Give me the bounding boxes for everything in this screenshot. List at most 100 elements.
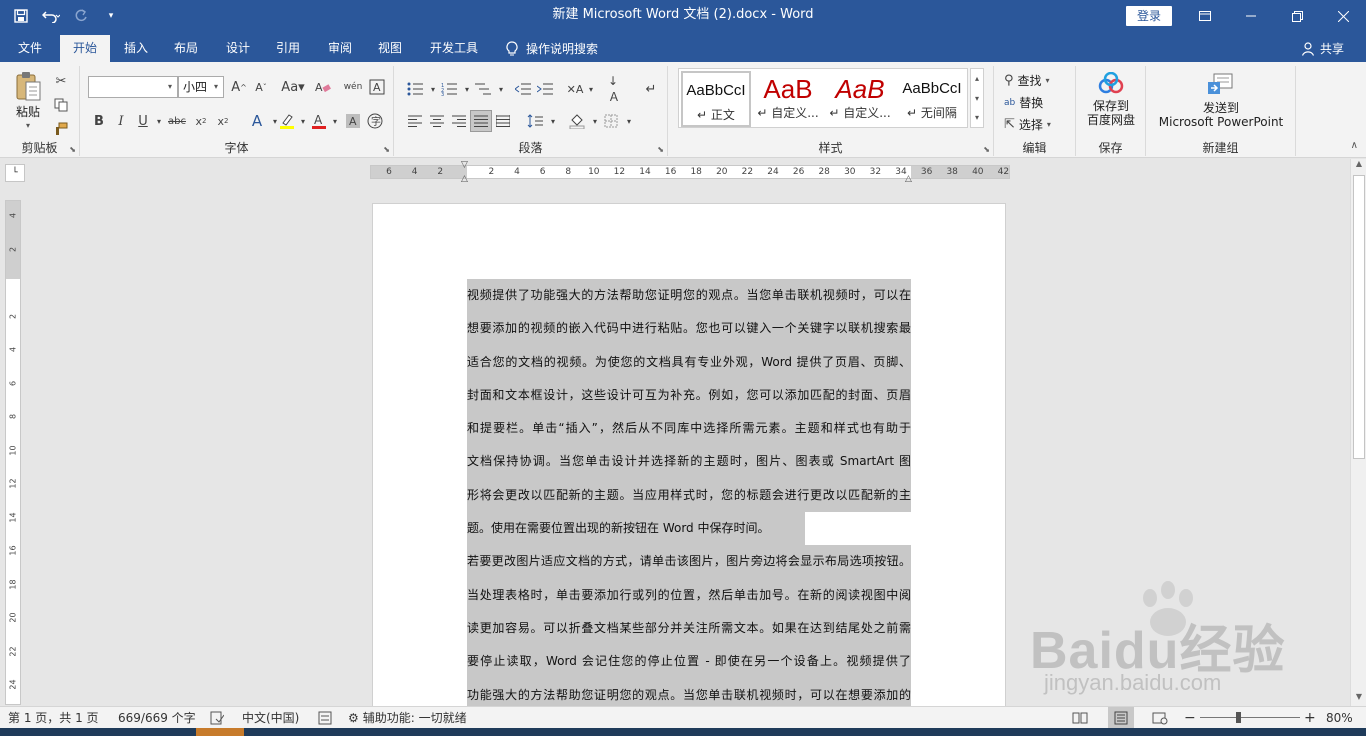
zoom-slider-thumb[interactable] [1236,712,1241,723]
tab-references[interactable]: 引用 [266,35,310,62]
style-custom-1[interactable]: AaB ↵ 自定义... [753,71,823,127]
font-name-dropdown-icon[interactable]: ▾ [163,77,177,97]
scroll-thumb[interactable] [1353,175,1365,459]
save-to-baidu-button[interactable]: 保存到 百度网盘 [1078,71,1144,127]
document-line[interactable]: 当处理表格时，单击要添加行或列的位置，然后单击加号。在新的阅读视图中阅 [467,578,911,612]
tab-view[interactable]: 视图 [368,35,412,62]
document-line[interactable]: 和提要栏。单击“插入”，然后从不同库中选择所需元素。主题和样式也有助于 [467,412,911,446]
chinese-layout-dropdown-icon[interactable]: ▾ [580,78,602,100]
multilevel-dropdown-icon[interactable]: ▾ [490,78,512,100]
ribbon-display-options-icon[interactable] [1182,0,1228,32]
hanging-indent-marker[interactable]: △ [461,174,468,184]
style-custom-2[interactable]: AaB ↵ 自定义... [825,71,895,127]
document-line[interactable]: 想要添加的视频的嵌入代码中进行粘贴。您也可以键入一个关键字以联机搜索最 [467,312,911,346]
login-button[interactable]: 登录 [1126,6,1172,26]
print-layout-icon[interactable] [1108,707,1134,729]
sort-icon[interactable]: ↓Ａ [608,74,630,104]
tab-developer[interactable]: 开发工具 [420,35,488,62]
scroll-down-arrow-icon[interactable]: ▼ [1351,692,1366,706]
undo-icon[interactable] [38,3,64,29]
document-line[interactable]: 若要更改图片适应文档的方式，请单击该图片，图片旁边将会显示布局选项按钮。 [467,545,911,579]
replace-button[interactable]: ab 替换 [1004,94,1043,111]
more-styles-icon[interactable]: ▾ [971,109,983,127]
style-normal[interactable]: AaBbCcI ↵ 正文 [681,71,751,127]
macro-record-icon[interactable] [318,707,332,729]
enclose-characters-icon[interactable]: 字 [364,110,386,132]
shrink-font-icon[interactable]: Aˇ [250,76,272,98]
borders-dropdown-icon[interactable]: ▾ [618,110,640,132]
language-status[interactable]: 中文(中国) [242,707,299,729]
tab-selector-icon[interactable]: └ [5,164,25,182]
restore-icon[interactable] [1274,0,1320,32]
web-layout-icon[interactable] [1152,707,1168,729]
select-dropdown-icon[interactable]: ▾ [1047,120,1051,129]
superscript-icon[interactable]: x2 [212,110,234,132]
save-icon[interactable] [8,3,34,29]
document-line[interactable]: 形将会更改以匹配新的主题。当应用样式时，您的标题会进行更改以匹配新的主 [467,478,911,513]
tab-layout[interactable]: 布局 [164,35,208,62]
accessibility-status[interactable]: ⚙ 辅助功能: 一切就绪 [348,707,467,729]
copy-icon[interactable] [50,94,72,116]
send-to-powerpoint-button[interactable]: 发送到 Microsoft PowerPoint [1150,72,1292,129]
align-left-icon[interactable] [404,110,426,132]
document-line[interactable]: 适合您的文档的视频。为使您的文档具有专业外观，Word 提供了页眉、页脚、 [467,345,911,379]
find-dropdown-icon[interactable]: ▾ [1046,76,1050,85]
zoom-out-icon[interactable]: − [1184,707,1196,729]
tab-review[interactable]: 审阅 [318,35,362,62]
redo-icon[interactable] [68,3,94,29]
document-line[interactable]: 要停止读取，Word 会记住您的停止位置 - 即使在另一个设备上。视频提供了 [467,645,911,679]
format-painter-icon[interactable] [50,118,72,140]
styles-launcher-icon[interactable]: ⬊ [983,145,990,154]
font-size-combo[interactable]: 小四 ▾ [178,76,224,98]
document-line[interactable]: 封面和文本框设计，这些设计可互为补充。例如，您可以添加匹配的封面、页眉 [467,378,911,413]
document-line[interactable]: 读更加容易。可以折叠文档某些部分并关注所需文本。如果在达到结尾处之前需 [467,611,911,646]
page-count[interactable]: 第 1 页，共 1 页 [8,707,99,729]
document-line[interactable]: 文档保持协调。当您单击设计并选择新的主题时，图片、图表或 SmartArt 图 [467,445,911,479]
bold-icon[interactable]: B [88,110,110,132]
share-button[interactable]: 共享 [1301,35,1344,62]
document-line[interactable]: 视频提供了功能强大的方法帮助您证明您的观点。当您单击联机视频时，可以在 [467,279,911,313]
subscript-icon[interactable]: x2 [190,110,212,132]
increase-indent-icon[interactable] [534,78,556,100]
document-body[interactable]: 视频提供了功能强大的方法帮助您证明您的观点。当您单击联机视频时，可以在 想要添加的… [467,279,911,712]
close-icon[interactable] [1320,0,1366,32]
document-line[interactable]: 题。使用在需要位置出现的新按钮在 Word 中保存时间。 [467,512,911,546]
distributed-icon[interactable] [492,110,514,132]
style-no-spacing[interactable]: AaBbCcI ↵ 无间隔 [897,71,967,127]
cut-icon[interactable]: ✂ [50,70,72,92]
read-mode-icon[interactable] [1072,707,1088,729]
align-right-icon[interactable] [448,110,470,132]
tab-file[interactable]: 文件 [8,35,52,62]
zoom-level[interactable]: 80% [1326,707,1353,729]
horizontal-ruler[interactable]: ▽ △ △ 6 4 2 2 4 6 8 10 12 14 16 18 20 22 24 26 28 30 32 34 3… [370,160,1010,184]
justify-icon[interactable] [470,110,492,132]
first-line-indent-marker[interactable]: ▽ [461,160,468,170]
tell-me-search[interactable]: 操作说明搜索 [506,35,598,62]
font-name-combo[interactable]: ▾ [88,76,178,98]
zoom-in-icon[interactable]: + [1304,707,1316,729]
find-button[interactable]: ⚲ 查找 ▾ [1004,72,1050,89]
line-spacing-dropdown-icon[interactable]: ▾ [542,110,564,132]
scroll-up-icon[interactable]: ▴ [971,69,983,89]
taskbar-app[interactable] [196,728,244,736]
paragraph-launcher-icon[interactable]: ⬊ [657,145,664,154]
change-case-icon[interactable]: Aa▾ [278,76,308,98]
vertical-scrollbar[interactable]: ▲ ▼ [1350,159,1366,706]
character-shading-icon[interactable]: A [342,110,364,132]
italic-icon[interactable]: I [110,110,132,132]
font-launcher-icon[interactable]: ⬊ [383,145,390,154]
proofing-icon[interactable] [210,707,225,729]
clear-formatting-icon[interactable]: A [312,76,334,98]
paste-dropdown-icon[interactable]: ▾ [8,119,48,133]
paste-button[interactable]: 粘贴 ▾ [8,70,48,133]
scroll-down-icon[interactable]: ▾ [971,89,983,109]
clipboard-launcher-icon[interactable]: ⬊ [69,145,76,154]
word-count[interactable]: 669/669 个字 [118,707,196,729]
zoom-slider[interactable] [1200,717,1300,718]
strikethrough-icon[interactable]: abc [166,110,188,132]
font-size-dropdown-icon[interactable]: ▾ [209,77,223,97]
tab-home[interactable]: 开始 [60,35,110,62]
customize-icon[interactable]: ▾ [98,3,124,29]
tab-design[interactable]: 设计 [216,35,260,62]
show-marks-icon[interactable]: ↵ [640,78,662,100]
